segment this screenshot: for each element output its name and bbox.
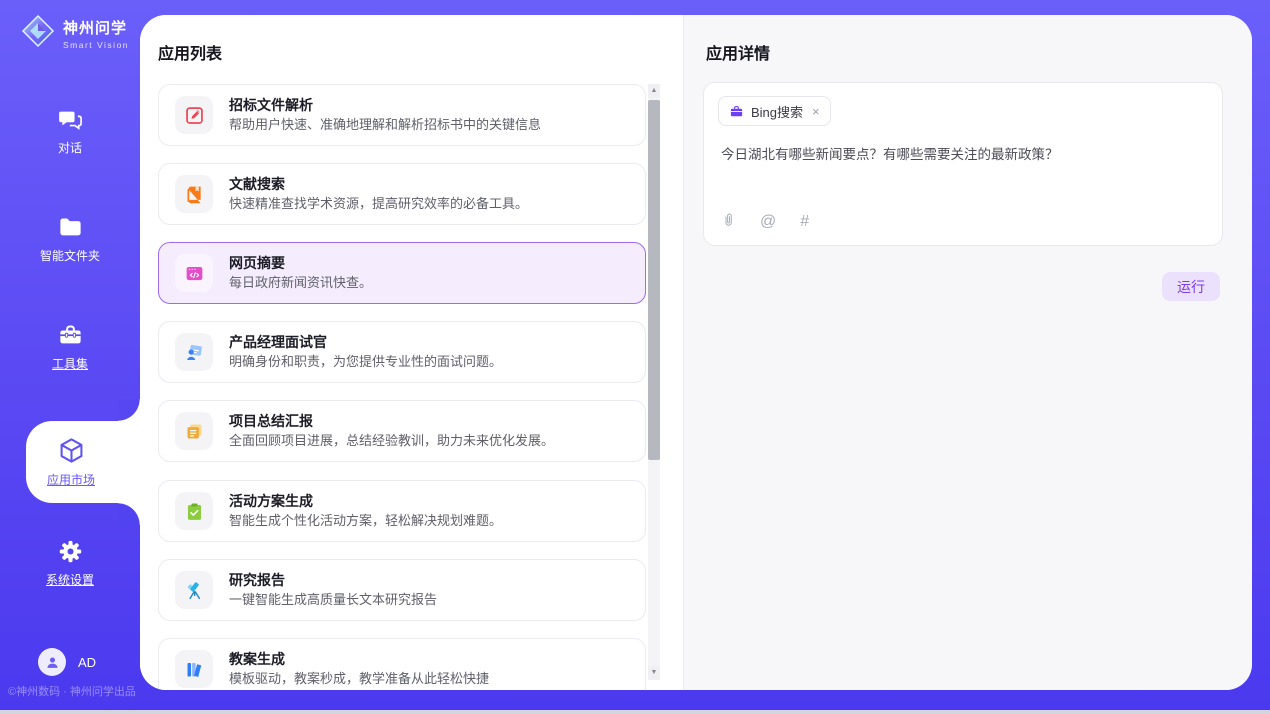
app-name: 教案生成 (229, 650, 489, 668)
briefcase-icon (729, 104, 744, 119)
sidebar-item-settings[interactable]: 系统设置 (0, 538, 140, 588)
folder-icon (57, 214, 84, 241)
brand-subtitle: Smart Vision (63, 40, 129, 50)
brand-logo: 神州问学 Smart Vision (20, 13, 129, 54)
sidebar-item-label: 系统设置 (46, 571, 94, 588)
avatar (38, 648, 66, 676)
app-card-bid-doc-parse[interactable]: 招标文件解析 帮助用户快速、准确地理解和解析招标书中的关键信息 (158, 84, 646, 146)
run-button[interactable]: 运行 (1162, 272, 1220, 301)
app-desc: 一键智能生成高质量长文本研究报告 (229, 591, 437, 609)
web-code-icon (175, 254, 213, 292)
app-card-literature-search[interactable]: 文献搜索 快速精准查找学术资源，提高研究效率的必备工具。 (158, 163, 646, 225)
brand-title: 神州问学 (63, 17, 129, 38)
app-name: 产品经理面试官 (229, 333, 502, 351)
app-desc: 帮助用户快速、准确地理解和解析招标书中的关键信息 (229, 116, 541, 134)
app-name: 招标文件解析 (229, 96, 541, 114)
app-detail-panel: 应用详情 Bing搜索 × 今日湖北有哪些新闻要点？有哪些需要关注的最新政策？ (683, 15, 1252, 690)
sidebar-item-label: 工具集 (52, 355, 88, 372)
sidebar-item-toolset[interactable]: 工具集 (0, 322, 140, 372)
tool-tag-label: Bing搜索 (751, 102, 803, 121)
app-desc: 明确身份和职责，为您提供专业性的面试问题。 (229, 353, 502, 371)
sidebar-item-label: 对话 (58, 139, 82, 156)
sidebar-item-smart-folder[interactable]: 智能文件夹 (0, 214, 140, 264)
app-list-panel: 应用列表 招标文件解析 帮助用户快速、准确地理解和解析招标书中的关键信息 (140, 15, 683, 690)
tool-tag-bing-search[interactable]: Bing搜索 × (718, 96, 831, 126)
app-name: 项目总结汇报 (229, 412, 554, 430)
sidebar: 神州问学 Smart Vision 对话 智能文件夹 (0, 0, 140, 710)
prompt-input-card[interactable]: Bing搜索 × 今日湖北有哪些新闻要点？有哪些需要关注的最新政策？ @ # (703, 82, 1223, 246)
gear-icon (57, 538, 84, 565)
app-card-pm-interviewer[interactable]: 产品经理面试官 明确身份和职责，为您提供专业性的面试问题。 (158, 321, 646, 383)
chat-icon (57, 106, 84, 133)
copyright-text: ©神州数码 · 神州问学出品 (8, 683, 136, 699)
input-toolbar: @ # (721, 211, 809, 232)
app-desc: 智能生成个性化活动方案，轻松解决规划难题。 (229, 512, 502, 530)
sidebar-item-chat[interactable]: 对话 (0, 106, 140, 156)
user-account[interactable]: AD (38, 648, 96, 676)
user-icon (44, 654, 61, 671)
app-desc: 每日政府新闻资讯快查。 (229, 274, 372, 292)
app-list: 招标文件解析 帮助用户快速、准确地理解和解析招标书中的关键信息 文献搜索 (140, 81, 683, 690)
scroll-up-button[interactable]: ▲ (648, 84, 660, 98)
app-card-lesson-plan[interactable]: 教案生成 模板驱动，教案秒成，教学准备从此轻松快捷 (158, 638, 646, 690)
book-icon (175, 175, 213, 213)
notes-icon (175, 412, 213, 450)
hash-icon[interactable]: # (800, 214, 809, 230)
toolbox-icon (57, 322, 84, 349)
app-card-research-report[interactable]: 研究报告 一键智能生成高质量长文本研究报告 (158, 559, 646, 621)
brand-diamond-icon (20, 13, 56, 54)
app-desc: 快速精准查找学术资源，提高研究效率的必备工具。 (229, 195, 528, 213)
attachment-icon[interactable] (721, 211, 736, 232)
main-content: 应用列表 招标文件解析 帮助用户快速、准确地理解和解析招标书中的关键信息 (140, 15, 1252, 690)
interview-icon (175, 333, 213, 371)
sidebar-item-label: 应用市场 (47, 471, 95, 488)
books-icon (175, 650, 213, 688)
doc-edit-icon (175, 96, 213, 134)
app-list-title: 应用列表 (158, 40, 222, 64)
mention-icon[interactable]: @ (760, 214, 776, 230)
app-name: 文献搜索 (229, 175, 528, 193)
app-desc: 模板驱动，教案秒成，教学准备从此轻松快捷 (229, 670, 489, 688)
app-card-event-plan[interactable]: 活动方案生成 智能生成个性化活动方案，轻松解决规划难题。 (158, 480, 646, 542)
telescope-icon (175, 571, 213, 609)
app-name: 活动方案生成 (229, 492, 502, 510)
scrollbar-thumb[interactable] (648, 100, 660, 460)
app-desc: 全面回顾项目进展，总结经验教训，助力未来优化发展。 (229, 432, 554, 450)
app-name: 网页摘要 (229, 254, 372, 272)
user-name: AD (78, 655, 96, 670)
app-name: 研究报告 (229, 571, 437, 589)
tag-close-icon[interactable]: × (810, 104, 820, 119)
sidebar-item-label: 智能文件夹 (40, 247, 100, 264)
scroll-down-button[interactable]: ▼ (648, 666, 660, 680)
app-card-web-summary[interactable]: 网页摘要 每日政府新闻资讯快查。 (158, 242, 646, 304)
sidebar-item-app-market[interactable]: 应用市场 (26, 421, 140, 503)
app-detail-title: 应用详情 (706, 40, 770, 64)
app-card-project-summary[interactable]: 项目总结汇报 全面回顾项目进展，总结经验教训，助力未来优化发展。 (158, 400, 646, 462)
cube-icon (57, 436, 86, 465)
app-frame: 神州问学 Smart Vision 对话 智能文件夹 (0, 0, 1270, 710)
clipboard-check-icon (175, 492, 213, 530)
query-input[interactable]: 今日湖北有哪些新闻要点？有哪些需要关注的最新政策？ (721, 145, 1206, 165)
list-scrollbar[interactable]: ▲ ▼ (648, 84, 660, 680)
